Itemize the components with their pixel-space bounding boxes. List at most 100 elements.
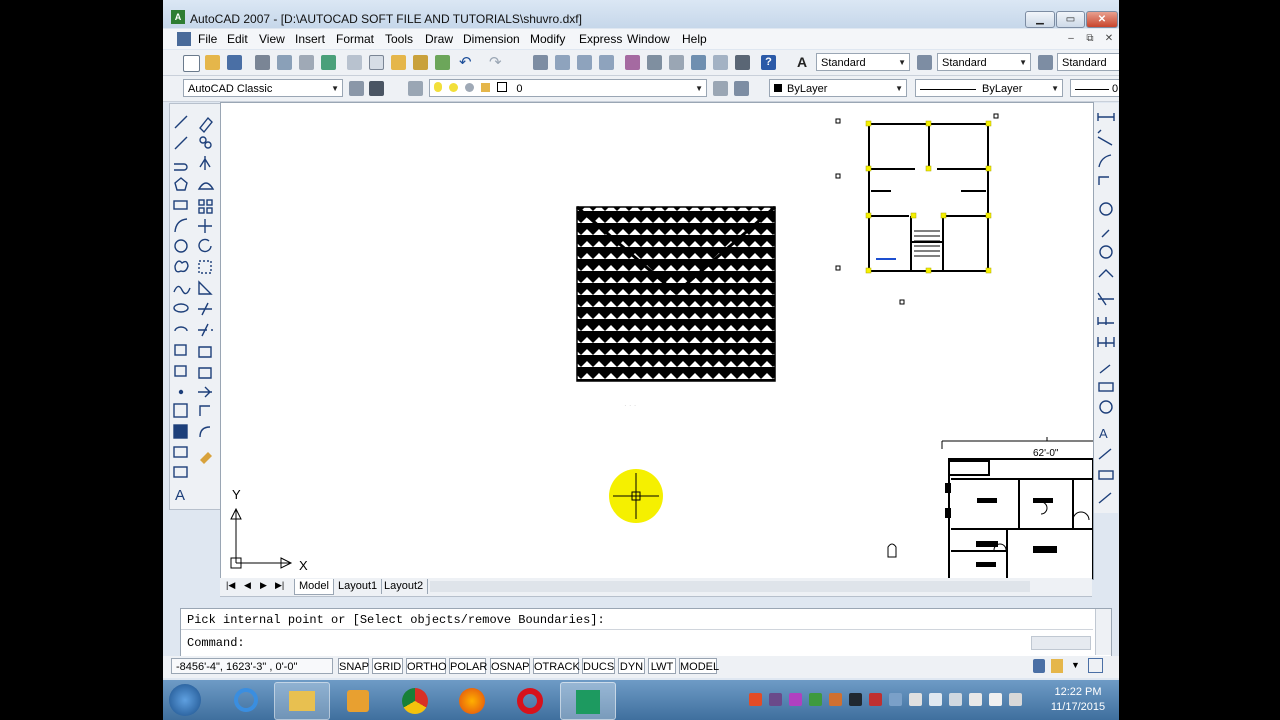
calculator-icon[interactable] <box>735 55 750 70</box>
command-scrollbar[interactable] <box>1095 609 1111 655</box>
menu-draw[interactable]: Draw <box>425 32 453 46</box>
menu-help[interactable]: Help <box>682 32 707 46</box>
polar-toggle[interactable]: POLAR <box>449 658 487 674</box>
copy-icon[interactable] <box>369 55 384 70</box>
plot-preview-icon[interactable] <box>277 55 292 70</box>
tray-security-icon[interactable] <box>869 693 882 706</box>
horizontal-scrollbar[interactable] <box>430 581 1030 592</box>
tray-monitor-icon[interactable] <box>849 693 862 706</box>
model-toggle[interactable]: MODEL <box>679 658 719 674</box>
tray-settings-icon[interactable] <box>889 693 902 706</box>
paste-icon[interactable] <box>391 55 406 70</box>
osnap-toggle[interactable]: OSNAP <box>490 658 530 674</box>
workspace-select[interactable]: AutoCAD Classic ▼ <box>183 79 343 97</box>
cut-icon[interactable] <box>347 55 362 70</box>
maximize-button[interactable]: ▭ <box>1056 11 1085 28</box>
text-style-select[interactable]: Standard ▼ <box>816 53 910 71</box>
tool-palettes-icon[interactable] <box>669 55 684 70</box>
document-icon[interactable] <box>177 32 191 46</box>
last-tab-icon[interactable]: ▶| <box>275 580 284 591</box>
tray-utility-icon[interactable] <box>829 693 842 706</box>
otrack-toggle[interactable]: OTRACK <box>533 658 580 674</box>
plot-icon[interactable] <box>255 55 270 70</box>
tray-edit-icon[interactable] <box>789 693 802 706</box>
undo-icon[interactable]: ↶ <box>459 55 474 70</box>
menu-modify[interactable]: Modify <box>530 32 565 46</box>
ducs-toggle[interactable]: DUCS <box>582 658 615 674</box>
model-space[interactable]: 62'-0" Y X · · · <box>221 103 1093 579</box>
first-tab-icon[interactable]: |◀ <box>226 580 235 591</box>
command-window[interactable]: Pick internal point or [Select objects/r… <box>180 608 1112 657</box>
workspace-settings-icon[interactable] <box>349 81 364 96</box>
volume-icon[interactable] <box>929 693 942 706</box>
match-properties-icon[interactable] <box>413 55 428 70</box>
menu-tools[interactable]: Tools <box>385 32 413 46</box>
grid-toggle[interactable]: GRID <box>372 658 403 674</box>
chrome-tray-icon[interactable] <box>749 693 762 706</box>
opera-icon[interactable] <box>503 682 557 718</box>
menu-edit[interactable]: Edit <box>227 32 248 46</box>
drawing-canvas[interactable]: 62'-0" Y X · · · <box>220 102 1094 580</box>
lwt-toggle[interactable]: LWT <box>648 658 676 674</box>
tray-device-icon[interactable] <box>949 693 962 706</box>
tray-app-icon[interactable] <box>769 693 782 706</box>
sheet-set-icon[interactable] <box>691 55 706 70</box>
tray-network-app-icon[interactable] <box>809 693 822 706</box>
menu-insert[interactable]: Insert <box>295 32 325 46</box>
layer-select[interactable]: 0 ▼ <box>429 79 707 97</box>
file-explorer-icon[interactable] <box>274 682 330 720</box>
mdi-close-button[interactable]: ✕ <box>1102 32 1116 45</box>
internet-explorer-icon[interactable] <box>219 682 273 718</box>
design-web-icon[interactable] <box>321 55 336 70</box>
properties-icon[interactable] <box>625 55 640 70</box>
new-icon[interactable] <box>183 55 200 72</box>
next-tab-icon[interactable]: ▶ <box>260 580 267 591</box>
menu-express[interactable]: Express <box>579 32 622 46</box>
status-menu-icon[interactable]: ▼ <box>1071 660 1080 670</box>
open-icon[interactable] <box>205 55 220 70</box>
menu-window[interactable]: Window <box>627 32 670 46</box>
command-prompt[interactable]: Command: <box>187 636 245 650</box>
ortho-toggle[interactable]: ORTHO <box>406 658 447 674</box>
command-hscroll[interactable] <box>1031 636 1091 650</box>
block-editor-icon[interactable] <box>435 55 450 70</box>
color-select[interactable]: ByLayer ▼ <box>769 79 907 97</box>
chrome-icon[interactable] <box>388 682 442 718</box>
design-center-icon[interactable] <box>647 55 662 70</box>
tab-layout1[interactable]: Layout1 <box>334 579 383 594</box>
layer-previous-icon[interactable] <box>734 81 749 96</box>
mdi-restore-button[interactable]: ⧉ <box>1083 32 1097 45</box>
snap-toggle[interactable]: SNAP <box>338 658 369 674</box>
menu-file[interactable]: File <box>198 32 217 46</box>
lock-toolbars-icon[interactable] <box>1051 659 1063 673</box>
dyn-toggle[interactable]: DYN <box>618 658 645 674</box>
menu-dimension[interactable]: Dimension <box>463 32 520 46</box>
layer-properties-icon[interactable] <box>408 81 423 96</box>
table-style-select[interactable]: Standard <box>1057 53 1119 71</box>
zoom-window-icon[interactable] <box>577 55 592 70</box>
network-icon[interactable] <box>969 693 982 706</box>
lineweight-select[interactable]: 0 <box>1070 79 1119 97</box>
dim-style-select[interactable]: Standard ▼ <box>937 53 1031 71</box>
menu-view[interactable]: View <box>259 32 285 46</box>
publish-icon[interactable] <box>299 55 314 70</box>
action-center-icon[interactable] <box>989 693 1002 706</box>
make-object-layer-current-icon[interactable] <box>713 81 728 96</box>
linetype-select[interactable]: ByLayer ▼ <box>915 79 1063 97</box>
coordinates-display[interactable]: -8456'-4", 1623'-3" , 0'-0" <box>171 658 333 674</box>
markup-icon[interactable] <box>713 55 728 70</box>
autocad-app-icon[interactable]: A <box>171 10 185 24</box>
dim-style-icon[interactable] <box>917 55 932 70</box>
communication-center-icon[interactable] <box>1033 659 1045 673</box>
save-workspace-icon[interactable] <box>369 81 384 96</box>
zoom-realtime-icon[interactable] <box>555 55 570 70</box>
save-icon[interactable] <box>227 55 242 70</box>
prev-tab-icon[interactable]: ◀ <box>244 580 251 591</box>
help-icon[interactable]: ? <box>761 55 776 70</box>
zoom-previous-icon[interactable] <box>599 55 614 70</box>
clock[interactable]: 12:22 PM 11/17/2015 <box>1043 685 1113 715</box>
firefox-icon[interactable] <box>445 682 499 718</box>
tab-layout2[interactable]: Layout2 <box>380 579 429 594</box>
minimize-button[interactable]: ▁ <box>1025 11 1055 28</box>
tray-extra-icon[interactable] <box>1009 693 1022 706</box>
